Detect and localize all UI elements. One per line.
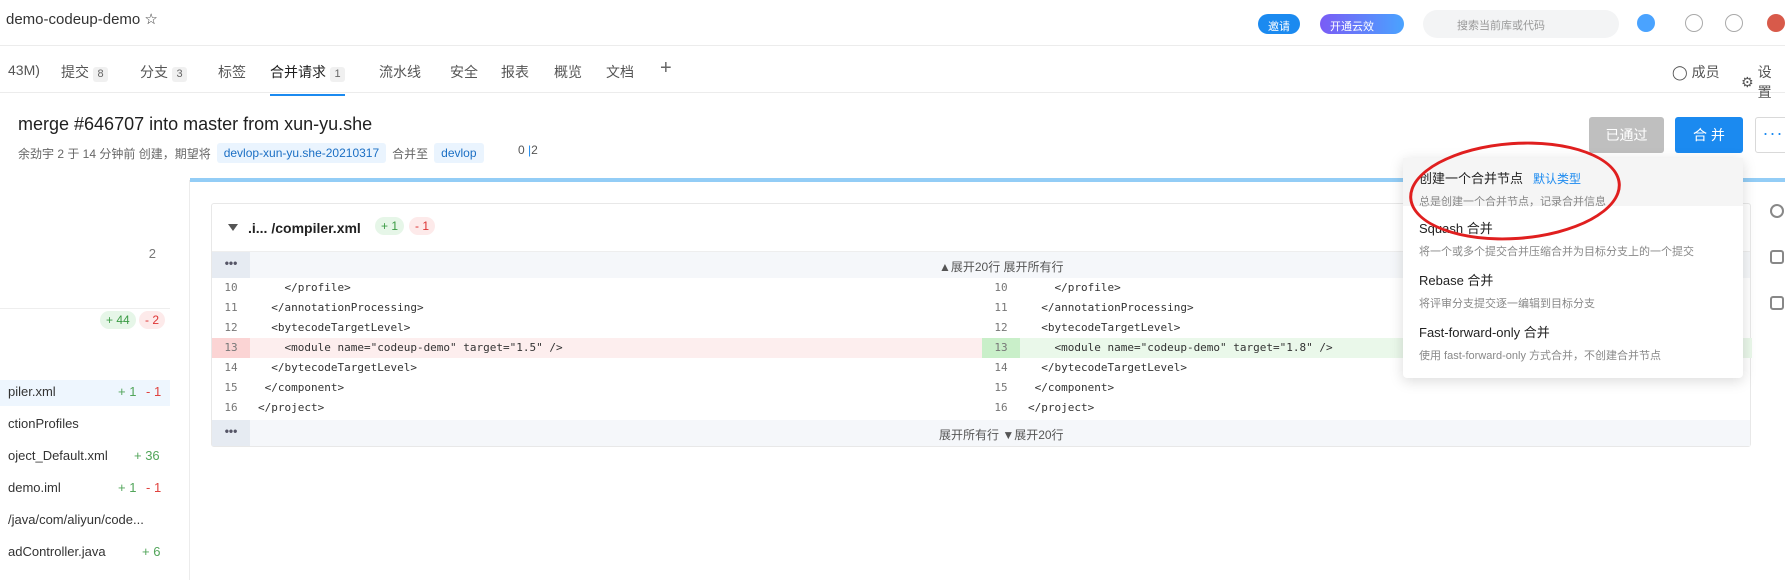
version-switch[interactable]: 0 |2 xyxy=(518,143,538,157)
invite-pill[interactable]: 邀请 xyxy=(1258,14,1300,34)
summary-del-chip: - 2 xyxy=(139,311,166,329)
line-number-left: 12 xyxy=(224,321,238,334)
expand-dots-icon: ••• xyxy=(212,252,250,278)
line-number-left: 15 xyxy=(224,381,238,394)
line-number-right: 12 xyxy=(994,321,1008,334)
diff-filename: .i... /compiler.xml xyxy=(248,220,361,236)
file-tree-sidebar: 2 + 44 - 2 piler.xml + 1 - 1 ctionProfil… xyxy=(0,180,190,580)
expand-dots-icon: ••• xyxy=(212,420,250,446)
file-count: 2 xyxy=(148,246,156,261)
tab-size[interactable]: 43M) xyxy=(8,62,40,78)
summary-row: + 44 - 2 xyxy=(0,308,170,334)
expand-bottom-label: 展开所有行 ▼展开20行 xyxy=(939,428,1064,442)
code-text-left: <bytecodeTargetLevel> xyxy=(258,321,411,334)
file-item[interactable]: /java/com/aliyun/code... xyxy=(0,508,170,534)
tab-commits[interactable]: 提交 8 xyxy=(61,62,108,82)
tab-pipelines[interactable]: 流水线 xyxy=(379,62,421,82)
tab-branches[interactable]: 分支 3 xyxy=(140,62,187,82)
file-count-row: 2 xyxy=(0,246,170,272)
tab-merge-requests[interactable]: 合并请求 1 xyxy=(270,62,345,96)
file-item[interactable]: ctionProfiles xyxy=(0,412,170,438)
settings-link[interactable]: ⚙ 设置 xyxy=(1741,62,1785,102)
gear-icon: ⚙ xyxy=(1741,73,1754,90)
tab-docs[interactable]: 文档 xyxy=(606,62,634,82)
merge-to-label: 合并至 xyxy=(392,146,429,161)
more-options-button[interactable]: ··· xyxy=(1755,117,1785,153)
file-item[interactable]: oject_Default.xml + 36 xyxy=(0,444,170,470)
code-text-left: </project> xyxy=(258,401,325,414)
collapse-caret-icon[interactable] xyxy=(228,224,238,231)
filter-icon[interactable] xyxy=(1770,296,1784,310)
code-text-left: </component> xyxy=(258,381,345,394)
line-number-right: 15 xyxy=(994,381,1008,394)
file-item[interactable]: adController.java + 6 xyxy=(0,540,170,566)
line-number-right: 13 xyxy=(994,341,1008,354)
code-text-left: </profile> xyxy=(258,281,351,294)
code-text-left: </annotationProcessing> xyxy=(258,301,424,314)
expand-top-label: ▲展开20行 展开所有行 xyxy=(939,260,1064,274)
help-dot-icon[interactable] xyxy=(1637,14,1655,32)
repo-name[interactable]: demo-codeup-demo ☆ xyxy=(6,10,158,28)
add-tab-icon[interactable]: + xyxy=(660,57,672,80)
tab-reports[interactable]: 报表 xyxy=(501,62,529,82)
merge-button[interactable]: 合 并 xyxy=(1675,117,1743,153)
summary-add-chip: + 44 xyxy=(100,311,136,329)
mr-title: merge #646707 into master from xun-yu.sh… xyxy=(18,114,373,134)
mr-meta: 余劲宇 2 于 14 分钟前 创建，期望将 devlop-xun-yu.she-… xyxy=(18,143,484,163)
line-number-left: 14 xyxy=(224,361,238,374)
code-text-right: </project> xyxy=(1028,401,1095,414)
line-number-right: 14 xyxy=(994,361,1008,374)
repo-tabs: 43M) 提交 8 分支 3 标签 合并请求 1 流水线 安全 报表 概览 文档 + … xyxy=(0,46,1785,100)
diff-del-chip: - 1 xyxy=(409,217,436,235)
line-number-right: 11 xyxy=(994,301,1008,314)
comment-icon[interactable] xyxy=(1770,250,1784,264)
merge-option-fast-forward[interactable]: Fast-forward-only 合并 使用 fast-forward-onl… xyxy=(1403,312,1743,362)
target-icon[interactable] xyxy=(1770,204,1784,218)
line-number-left: 10 xyxy=(224,281,238,294)
line-number-left: 11 xyxy=(224,301,238,314)
search-input[interactable]: 搜索当前库或代码 xyxy=(1423,10,1619,38)
code-text-right: </bytecodeTargetLevel> xyxy=(1028,361,1187,374)
upgrade-pill[interactable]: 开通云效 xyxy=(1320,14,1404,34)
code-text-left: </bytecodeTargetLevel> xyxy=(258,361,417,374)
line-number-right: 10 xyxy=(994,281,1008,294)
code-text-right: </profile> xyxy=(1028,281,1121,294)
expand-row-bottom[interactable]: ••• 展开所有行 ▼展开20行 xyxy=(212,420,1750,446)
code-line: 15 </component> 15 </component> xyxy=(212,378,1750,398)
top-header: demo-codeup-demo ☆ 邀请 开通云效 搜索当前库或代码 xyxy=(0,0,1785,46)
avatar[interactable] xyxy=(1767,14,1785,32)
approved-button[interactable]: 已通过 xyxy=(1589,117,1664,153)
code-text-right: </annotationProcessing> xyxy=(1028,301,1194,314)
tab-overview[interactable]: 概览 xyxy=(554,62,582,82)
code-text-right: <bytecodeTargetLevel> xyxy=(1028,321,1181,334)
code-line: 16 </project> 16 </project> xyxy=(212,398,1750,418)
target-branch[interactable]: devlop xyxy=(434,143,484,163)
diff-add-chip: + 1 xyxy=(375,217,405,235)
code-text-left: <module name="codeup-demo" target="1.5" … xyxy=(258,341,563,354)
code-text-right: <module name="codeup-demo" target="1.8" … xyxy=(1028,341,1333,354)
info-icon[interactable] xyxy=(1725,14,1743,32)
line-number-left: 13 xyxy=(224,341,238,354)
tab-tags[interactable]: 标签 xyxy=(218,62,246,82)
star-icon: ☆ xyxy=(144,11,158,28)
line-number-right: 16 xyxy=(994,401,1008,414)
source-branch[interactable]: devlop-xun-yu.she-20210317 xyxy=(216,143,387,163)
bell-icon[interactable] xyxy=(1685,14,1703,32)
merge-option-rebase[interactable]: Rebase 合并 将评审分支提交逐一编辑到目标分支 xyxy=(1403,260,1743,310)
tab-security[interactable]: 安全 xyxy=(450,62,478,82)
code-text-right: </component> xyxy=(1028,381,1115,394)
file-item[interactable]: demo.iml + 1 - 1 xyxy=(0,476,170,502)
file-item[interactable]: piler.xml + 1 - 1 xyxy=(0,380,170,406)
mr-meta-text: 余劲宇 2 于 14 分钟前 创建，期望将 xyxy=(18,146,211,161)
line-number-left: 16 xyxy=(224,401,238,414)
user-icon: ◯ xyxy=(1672,63,1688,80)
members-link[interactable]: ◯ 成员 xyxy=(1672,62,1720,82)
